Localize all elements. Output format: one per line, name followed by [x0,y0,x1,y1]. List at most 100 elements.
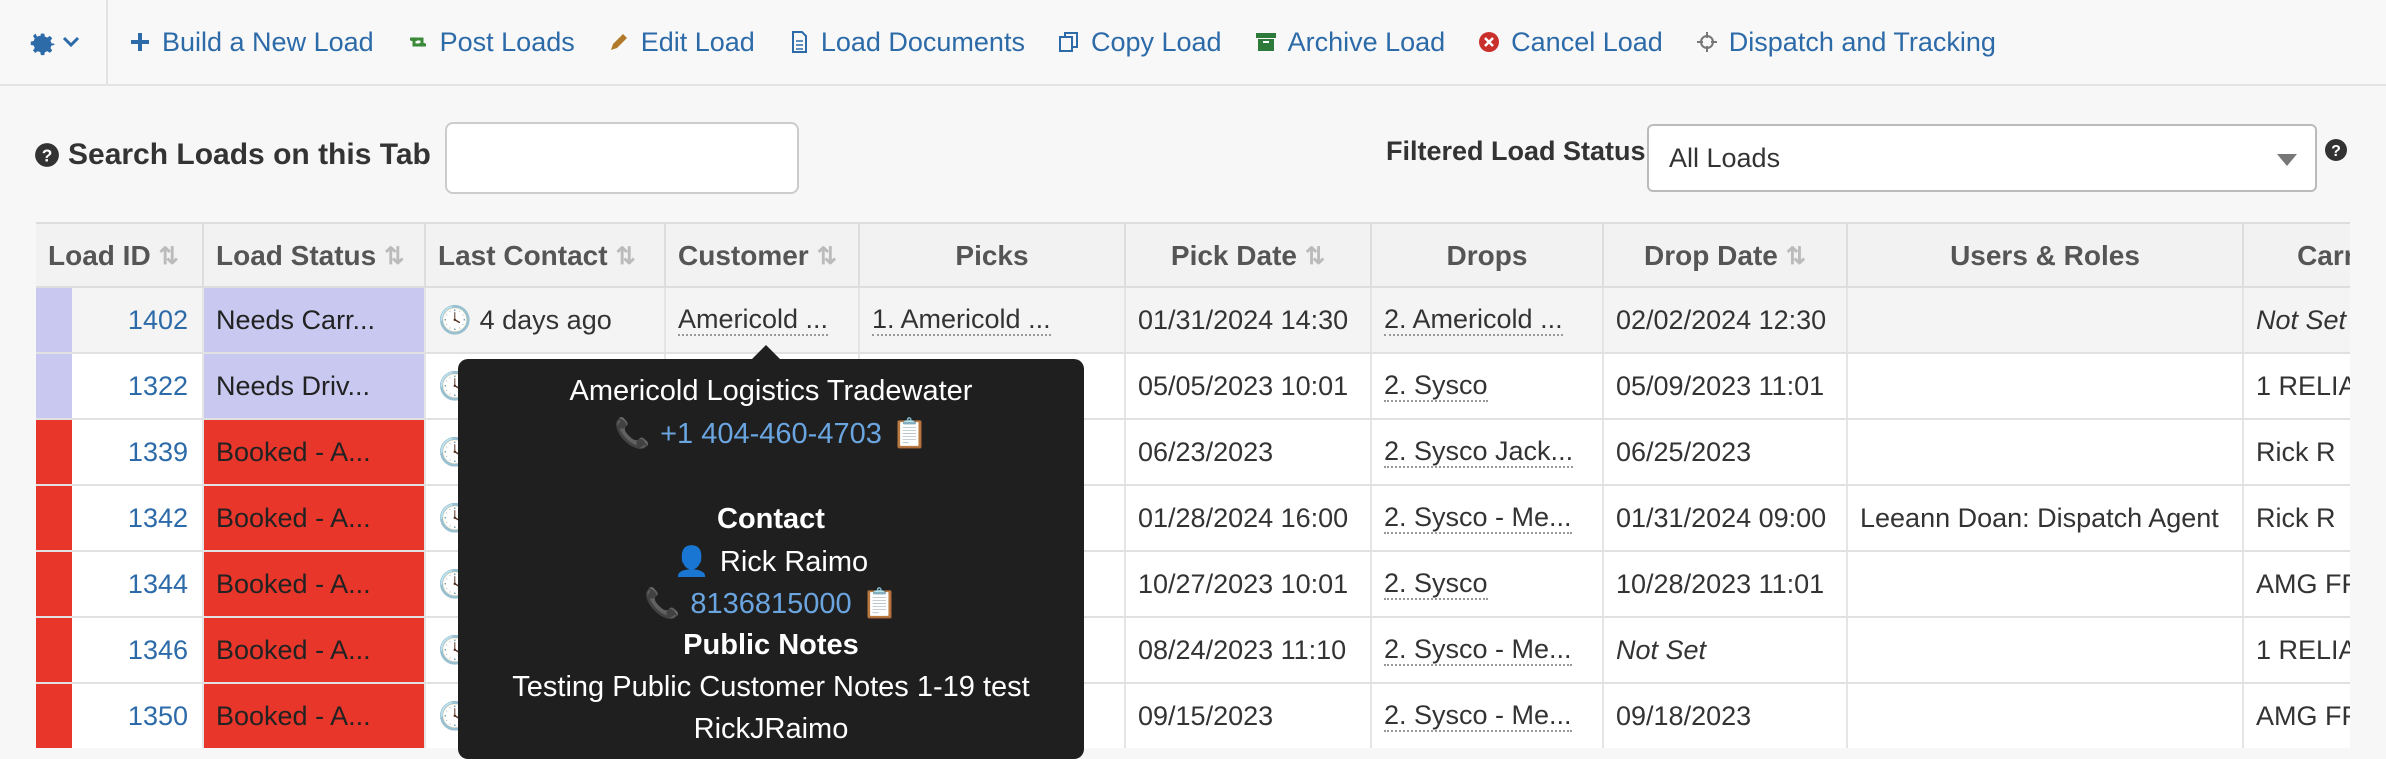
search-input[interactable] [445,122,799,194]
table-row[interactable]: 1322Needs Driv...🕓5 mo05/05/2023 10:012.… [36,354,2350,420]
pick_date-text: 01/31/2024 14:30 [1138,304,1349,335]
copy-icon [1058,32,1078,52]
cell-drop-date: 09/18/2023 [1604,684,1848,748]
status-stripe [36,354,72,418]
drop_date-text: 06/25/2023 [1616,436,1752,467]
drop_date-text: 10/28/2023 11:01 [1616,568,1825,599]
search-label: ? Search Loads on this Tab [34,138,431,172]
clock-icon: 🕓 [438,305,472,335]
cell-carrier: Not Set [2244,288,2350,352]
header-pick-date[interactable]: Pick Date ⇅ [1126,224,1372,288]
contact-phone-link[interactable]: 8136815000 [690,588,851,621]
sort-icon: ⇅ [615,242,636,270]
tooltip-notes-line2: RickJRaimo [693,713,849,745]
pick_date-text: 05/05/2023 10:01 [1138,370,1349,401]
cell-status: Booked - A... [204,552,426,616]
cancel-load-button[interactable]: Cancel Load [1477,27,1663,58]
table-row[interactable]: 1346Booked - A...🕓No Contact1. Americold… [36,618,2350,684]
drop_date-text: 02/02/2024 12:30 [1616,304,1827,335]
pick_date-text: 08/24/2023 11:10 [1138,634,1347,665]
cancel-icon [1479,32,1500,52]
users-text: Leeann Doan: Dispatch Agent [1860,502,2219,533]
table-row[interactable]: 1342Booked - A...🕓No ContactS...1. Ameri… [36,486,2350,552]
drops-text: 2. Sysco - Me... [1384,502,1572,534]
phone-icon: 📞 [614,418,651,450]
cell-carrier: 1 RELIAB [2244,618,2350,682]
build-new-load-button[interactable]: Build a New Load [128,27,374,58]
copy-load-button[interactable]: Copy Load [1057,27,1222,58]
cell-id[interactable]: 1346 [72,618,204,682]
cell-pick-date: 10/27/2023 10:01 [1126,552,1372,616]
dispatch-tracking-button[interactable]: Dispatch and Tracking [1695,27,1996,58]
cell-id[interactable]: 1402 [72,288,204,352]
cell-id[interactable]: 1339 [72,420,204,484]
tooltip-notes-heading: Public Notes [683,629,859,661]
table-row[interactable]: 1339Booked - A...🕓7 months agoSysco Hous… [36,420,2350,486]
cell-pick-date: 01/28/2024 16:00 [1126,486,1372,550]
cell-drop-date: 06/25/2023 [1604,420,1848,484]
toolbar: Build a New Load Post Loads Edit Load Lo… [0,0,2386,86]
id-text: 1342 [127,502,188,533]
status-text: Booked - A... [216,700,371,731]
cell-id[interactable]: 1350 [72,684,204,748]
header-drops: Drops [1372,224,1604,288]
clipboard-icon[interactable]: 📋 [892,417,928,451]
load-documents-button[interactable]: Load Documents [787,27,1025,58]
carrier-text: Rick R [2256,436,2336,467]
cell-pick-date: 09/15/2023 [1126,684,1372,748]
question-circle-icon[interactable]: ? [2324,138,2348,162]
header-last-contact[interactable]: Last Contact ⇅ [426,224,666,288]
load-status-select[interactable]: All Loads [1647,124,2317,192]
drops-text: 2. Americold ... [1384,304,1563,336]
edit-load-button[interactable]: Edit Load [607,27,755,58]
header-load-id[interactable]: Load ID ⇅ [36,224,204,288]
customer-tooltip: Americold Logistics Tradewater 📞 +1 404-… [458,345,1084,759]
cell-drops: 2. Sysco - Me... [1372,618,1604,682]
pick_date-text: 01/28/2024 16:00 [1138,502,1349,533]
cell-drop-date: 05/09/2023 11:01 [1604,354,1848,418]
status-stripe [36,552,72,616]
cell-drops: 2. Sysco Jack... [1372,420,1604,484]
post-loads-button[interactable]: Post Loads [406,27,575,58]
cell-id[interactable]: 1344 [72,552,204,616]
settings-menu[interactable] [0,0,108,84]
cell-carrier: Rick R [2244,486,2350,550]
drops-text: 2. Sysco [1384,568,1488,600]
cell-pick-date: 06/23/2023 [1126,420,1372,484]
cell-id[interactable]: 1322 [72,354,204,418]
company-phone-link[interactable]: +1 404-460-4703 [660,418,882,451]
cell-carrier: AMG FRE [2244,552,2350,616]
carrier-text: AMG FRE [2256,700,2350,731]
table-row[interactable]: 1344Booked - A...🕓No ContactLeeann's T..… [36,552,2350,618]
table-row[interactable]: 1350Booked - A...🕓No ContactAmericold ..… [36,684,2350,748]
user-icon: 👤 [673,546,710,578]
contact-name: Rick Raimo [719,545,869,578]
clipboard-icon[interactable]: 📋 [862,587,898,621]
cell-users [1848,618,2244,682]
status-text: Needs Carr... [216,304,376,335]
status-stripe [36,420,72,484]
cell-drop-date: Not Set [1604,618,1848,682]
cell-status: Booked - A... [204,684,426,748]
cell-status: Needs Carr... [204,288,426,352]
header-picks: Picks [860,224,1126,288]
question-circle-icon[interactable]: ? [34,142,60,168]
cell-users: Leeann Doan: Dispatch Agent [1848,486,2244,550]
archive-load-button[interactable]: Archive Load [1254,27,1445,58]
status-text: Needs Driv... [216,370,371,401]
pick_date-text: 09/15/2023 [1138,700,1274,731]
header-customer[interactable]: Customer ⇅ [666,224,860,288]
cell-drops: 2. Americold ... [1372,288,1604,352]
cell-pick-date: 01/31/2024 14:30 [1126,288,1372,352]
cell-carrier: 1 RELIAB [2244,354,2350,418]
carrier-text: Rick R [2256,502,2336,533]
id-text: 1344 [127,568,188,599]
cell-customer: Americold ... [666,288,860,352]
header-load-status[interactable]: Load Status ⇅ [204,224,426,288]
loads-table: Load ID ⇅ Load Status ⇅ Last Contact ⇅ Cust… [36,222,2350,748]
header-drop-date[interactable]: Drop Date ⇅ [1604,224,1848,288]
status-text: Booked - A... [216,568,371,599]
table-row[interactable]: 1402 Needs Carr... 🕓 4 days ago Americold ..… [36,288,2350,354]
cell-id[interactable]: 1342 [72,486,204,550]
caret-down-icon [2277,154,2297,166]
